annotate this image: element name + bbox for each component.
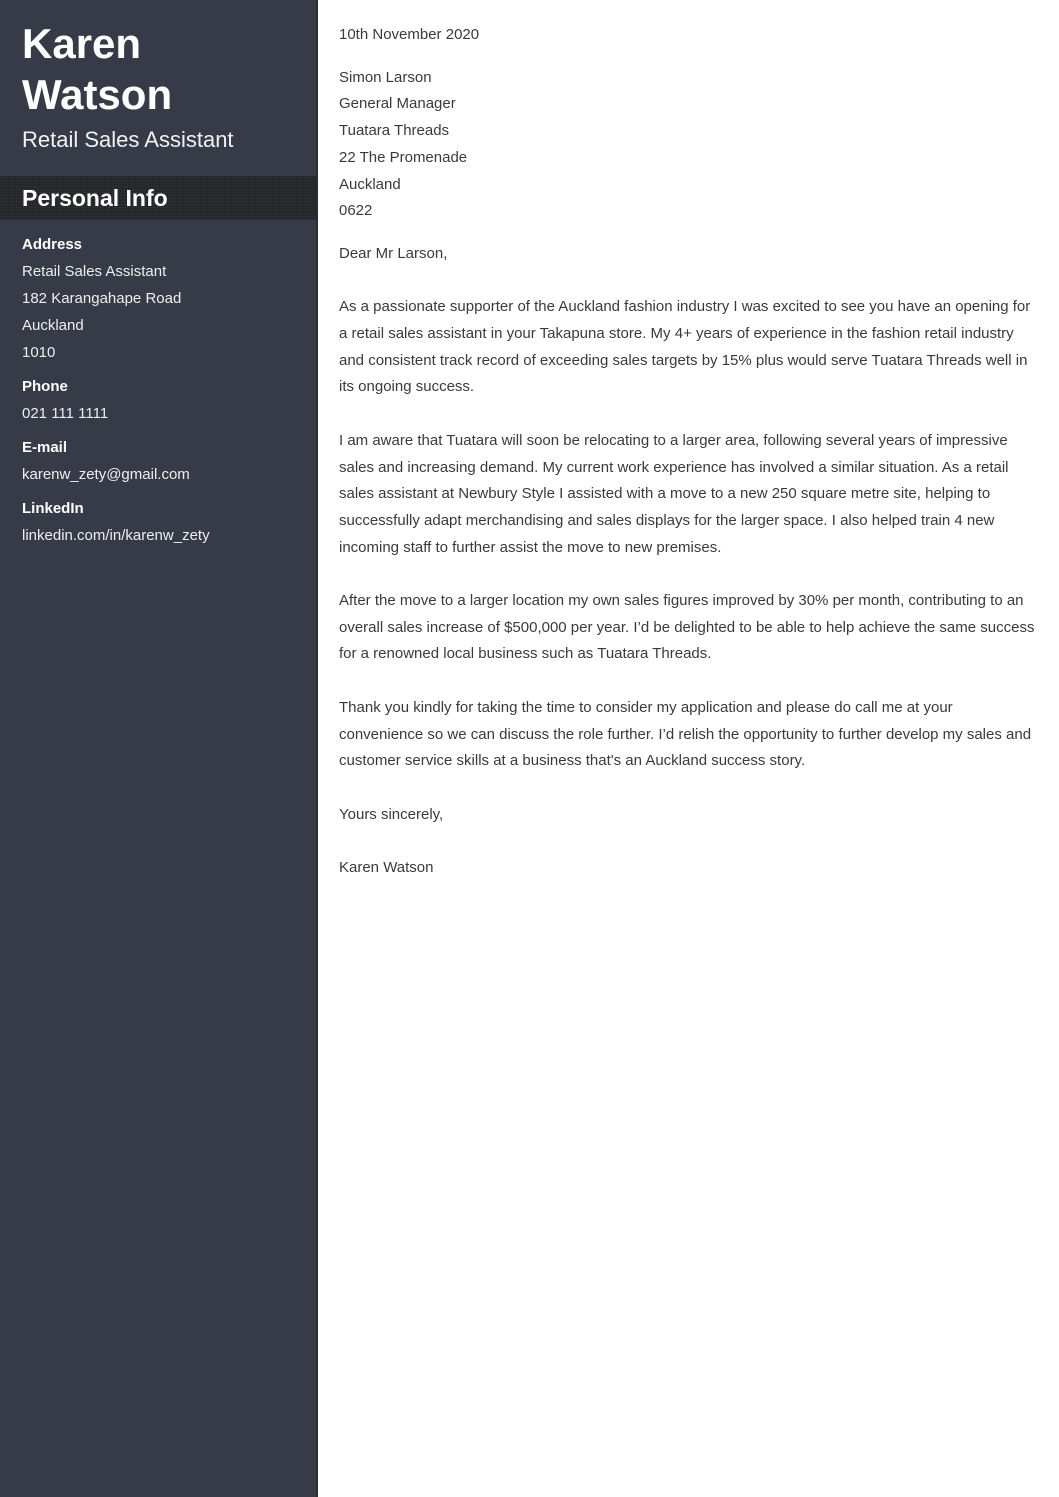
body-paragraph: Thank you kindly for taking the time to …: [339, 698, 1032, 770]
address-line: Auckland: [22, 317, 84, 334]
personal-info: Address Retail Sales Assistant 182 Karan…: [22, 232, 302, 557]
address-group: Address Retail Sales Assistant 182 Karan…: [22, 232, 302, 366]
last-name: Watson: [22, 71, 173, 118]
personal-info-title: Personal Info: [22, 185, 168, 211]
linkedin-value: linkedin.com/in/karenw_zety: [22, 527, 210, 544]
cover-letter: 10th November 2020 Simon Larson General …: [339, 22, 1039, 882]
closing: Yours sincerely,: [339, 805, 444, 823]
recipient-block: Simon Larson General Manager Tuatara Thr…: [339, 65, 1039, 225]
address-line: Retail Sales Assistant: [22, 263, 167, 280]
linkedin-label: LinkedIn: [22, 500, 84, 517]
recipient-title: General Manager: [339, 95, 456, 113]
body-paragraph: After the move to a larger location my o…: [339, 592, 1035, 663]
phone-label: Phone: [22, 378, 68, 395]
recipient-postcode: 0622: [339, 202, 373, 220]
first-name: Karen: [22, 20, 142, 67]
phone-value: 021 111 1111: [22, 405, 109, 422]
sidebar: Karen Watson Retail Sales Assistant Pers…: [0, 0, 318, 1497]
signature: Karen Watson: [339, 859, 434, 876]
recipient-company: Tuatara Threads: [339, 122, 450, 140]
recipient-city: Auckland: [339, 175, 401, 193]
address-line: 1010: [22, 344, 56, 361]
salutation: Dear Mr Larson,: [339, 244, 448, 262]
phone-group: Phone 021 111 1111: [22, 374, 302, 427]
candidate-name: Karen Watson: [22, 18, 172, 120]
recipient-name: Simon Larson: [339, 68, 432, 86]
address-line: 182 Karangahape Road: [22, 290, 182, 307]
linkedin-group: LinkedIn linkedin.com/in/karenw_zety: [22, 496, 302, 549]
job-title: Retail Sales Assistant: [22, 127, 234, 152]
letter-date: 10th November 2020: [339, 26, 480, 43]
email-group: E-mail karenw_zety@gmail.com: [22, 435, 302, 488]
body-paragraph: I am aware that Tuatara will soon be rel…: [339, 431, 1009, 556]
personal-info-header: Personal Info: [0, 176, 316, 220]
address-label: Address: [22, 236, 83, 253]
recipient-street: 22 The Promenade: [339, 148, 468, 166]
body-paragraph: As a passionate supporter of the Aucklan…: [339, 298, 1031, 396]
email-label: E-mail: [22, 439, 68, 456]
email-value: karenw_zety@gmail.com: [22, 466, 190, 483]
